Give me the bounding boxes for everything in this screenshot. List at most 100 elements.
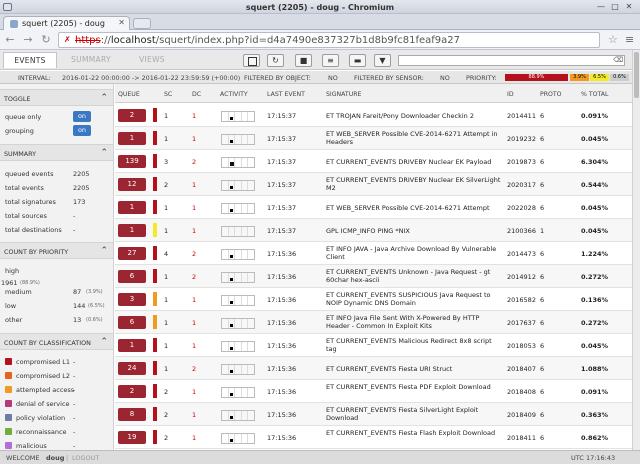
table-row[interactable]: 3 1 1 17:15:36 ET CURRENT_EVENTS SUSPICIOUS … bbox=[115, 288, 632, 311]
tab-events[interactable]: EVENTS bbox=[3, 52, 57, 68]
class-malicious[interactable]: malicious bbox=[5, 442, 47, 450]
priority-other-bar[interactable]: 0.6% bbox=[610, 74, 629, 81]
priority-row-label[interactable]: other bbox=[5, 316, 22, 324]
table-row[interactable]: 6 1 1 17:15:36 ET INFO Java File Sent With X… bbox=[115, 311, 632, 334]
signature-text[interactable]: ET CURRENT_EVENTS DRIVEBY Nuclear EK Sil… bbox=[326, 176, 504, 192]
queue-count-button[interactable]: 1 bbox=[118, 339, 146, 352]
minimize-icon[interactable]: — bbox=[596, 2, 606, 12]
table-row[interactable]: 1 1 1 17:15:37 ET WEB_SERVER Possible CVE-20… bbox=[115, 127, 632, 150]
queue-count-button[interactable]: 139 bbox=[118, 155, 146, 168]
queue-count-button[interactable]: 27 bbox=[118, 247, 146, 260]
col-activity[interactable]: ACTIVITY bbox=[220, 91, 248, 98]
table-row[interactable]: 2 2 1 17:15:36 ET CURRENT_EVENTS Fiesta PDF … bbox=[115, 380, 632, 403]
col-sc[interactable]: SC bbox=[164, 91, 172, 98]
tab-summary[interactable]: SUMMARY bbox=[62, 52, 120, 68]
reload-icon[interactable]: ↻ bbox=[39, 33, 53, 47]
browser-tab[interactable]: squert (2205) - doug ✕ bbox=[3, 16, 130, 30]
close-icon[interactable]: ✕ bbox=[624, 2, 634, 12]
signature-text[interactable]: ET TROJAN Fareit/Pony Downloader Checkin… bbox=[326, 112, 504, 120]
scrollbar-thumb[interactable] bbox=[634, 52, 639, 98]
signature-text[interactable]: ET INFO Java File Sent With X-Powered By… bbox=[326, 314, 504, 330]
collapse-caret-icon[interactable]: ⌃ bbox=[100, 337, 108, 347]
table-row[interactable]: 24 1 2 17:15:36 ET CURRENT_EVENTS Fiesta URI… bbox=[115, 357, 632, 380]
back-icon[interactable]: ← bbox=[3, 33, 17, 47]
col-proto[interactable]: PROTO bbox=[540, 91, 562, 98]
table-row[interactable]: 19 2 1 17:15:36 ET CURRENT_EVENTS Fiesta Fla… bbox=[115, 426, 632, 449]
signature-text[interactable]: ET CURRENT_EVENTS Fiesta SilverLight Exp… bbox=[326, 406, 504, 422]
collapse-caret-icon[interactable]: ⌃ bbox=[100, 93, 108, 103]
priority-high-label[interactable]: high bbox=[5, 267, 19, 275]
queue-count-button[interactable]: 1 bbox=[118, 132, 146, 145]
signature-text[interactable]: ET CURRENT_EVENTS Malicious Redirect 8x8… bbox=[326, 337, 504, 353]
logout-link[interactable]: LOGOUT bbox=[72, 454, 99, 462]
signature-text[interactable]: ET INFO JAVA - Java Archive Download By … bbox=[326, 245, 504, 261]
priority-high-bar[interactable]: 88.9% bbox=[505, 74, 568, 81]
priority-row-label[interactable]: medium bbox=[5, 288, 32, 296]
select-all-button[interactable] bbox=[243, 54, 260, 67]
priority-section-header[interactable]: COUNT BY PRIORITY ⌃ bbox=[0, 242, 113, 259]
collapse-caret-icon[interactable]: ⌃ bbox=[100, 148, 108, 158]
toggle-queue-only-button[interactable]: on bbox=[73, 111, 91, 122]
url-input[interactable]: ✗ https://localhost/squert/index.php?id=… bbox=[58, 32, 600, 48]
bookmark-star-icon[interactable]: ☆ bbox=[608, 33, 618, 46]
col-queue[interactable]: QUEUE bbox=[118, 91, 140, 98]
signature-text[interactable]: ET CURRENT_EVENTS SUSPICIOUS Java Reques… bbox=[326, 291, 504, 307]
queue-count-button[interactable]: 3 bbox=[118, 293, 146, 306]
queue-count-button[interactable]: 2 bbox=[118, 109, 146, 122]
col-id[interactable]: ID bbox=[507, 91, 514, 98]
refresh-button[interactable]: ↻ bbox=[267, 54, 284, 67]
priority-low-bar[interactable]: 6.5% bbox=[590, 74, 609, 81]
forward-icon[interactable]: → bbox=[21, 33, 35, 47]
class-denial-of-service[interactable]: denial of service bbox=[5, 400, 70, 408]
signature-text[interactable]: ET WEB_SERVER Possible CVE-2014-6271 Att… bbox=[326, 130, 504, 146]
signature-text[interactable]: ET WEB_SERVER Possible CVE-2014-6271 Att… bbox=[326, 204, 504, 212]
queue-count-button[interactable]: 2 bbox=[118, 385, 146, 398]
browser-menu-icon[interactable]: ≡ bbox=[625, 33, 634, 46]
tag-button[interactable]: ▬ bbox=[349, 54, 366, 67]
table-row[interactable]: 8 2 1 17:15:36 ET CURRENT_EVENTS Fiesta Silv… bbox=[115, 403, 632, 426]
list-button[interactable]: ≡ bbox=[322, 54, 339, 67]
tab-views[interactable]: VIEWS bbox=[126, 52, 178, 68]
table-row[interactable]: 12 2 1 17:15:37 ET CURRENT_EVENTS DRIVEBY Nu… bbox=[115, 173, 632, 196]
tab-close-icon[interactable]: ✕ bbox=[118, 18, 125, 27]
search-input[interactable]: ⌫ bbox=[398, 55, 625, 66]
queue-count-button[interactable]: 24 bbox=[118, 362, 146, 375]
class-policy-violation[interactable]: policy violation bbox=[5, 414, 65, 422]
col-last-event[interactable]: LAST EVENT bbox=[267, 91, 305, 98]
new-tab-button[interactable] bbox=[133, 18, 151, 29]
clear-search-icon[interactable]: ⌫ bbox=[613, 56, 623, 65]
signature-text[interactable]: ET CURRENT_EVENTS Fiesta URI Struct bbox=[326, 365, 504, 373]
comments-button[interactable]: ■ bbox=[295, 54, 312, 67]
signature-text[interactable]: ET CURRENT_EVENTS Fiesta PDF Exploit Dow… bbox=[326, 383, 504, 391]
maximize-icon[interactable]: □ bbox=[610, 2, 620, 12]
collapse-caret-icon[interactable]: ⌃ bbox=[100, 246, 108, 256]
table-row[interactable]: 1 1 1 17:15:37 ET WEB_SERVER Possible CVE-20… bbox=[115, 196, 632, 219]
table-row[interactable]: 6 1 2 17:15:36 ET CURRENT_EVENTS Unknown - J… bbox=[115, 265, 632, 288]
filter-button[interactable]: ▼ bbox=[374, 54, 391, 67]
queue-count-button[interactable]: 1 bbox=[118, 224, 146, 237]
signature-text[interactable]: GPL ICMP_INFO PING *NIX bbox=[326, 227, 504, 235]
table-row[interactable]: 139 3 2 17:15:37 ET CURRENT_EVENTS DRIVEBY N… bbox=[115, 150, 632, 173]
signature-text[interactable]: ET CURRENT_EVENTS Unknown - Java Request… bbox=[326, 268, 504, 284]
toggle-section-header[interactable]: TOGGLE ⌃ bbox=[0, 89, 113, 106]
table-row[interactable]: 2 1 1 17:15:37 ET TROJAN Fareit/Pony Downloa… bbox=[115, 104, 632, 127]
col-signature[interactable]: SIGNATURE bbox=[326, 91, 361, 98]
summary-section-header[interactable]: SUMMARY ⌃ bbox=[0, 144, 113, 161]
table-row[interactable]: 1 1 1 17:15:37 GPL ICMP_INFO PING *NIX 210036… bbox=[115, 219, 632, 242]
priority-medium-bar[interactable]: 3.9% bbox=[570, 74, 589, 81]
class-compromised-l2[interactable]: compromised L2 bbox=[5, 372, 70, 380]
col-pct-total[interactable]: % TOTAL bbox=[581, 91, 608, 98]
queue-count-button[interactable]: 12 bbox=[118, 178, 146, 191]
col-dc[interactable]: DC bbox=[192, 91, 201, 98]
class-compromised-l1[interactable]: compromised L1 bbox=[5, 358, 70, 366]
queue-count-button[interactable]: 19 bbox=[118, 431, 146, 444]
signature-text[interactable]: ET CURRENT_EVENTS Fiesta Flash Exploit D… bbox=[326, 429, 504, 437]
class-attempted-access[interactable]: attempted access bbox=[5, 386, 74, 394]
queue-count-button[interactable]: 8 bbox=[118, 408, 146, 421]
classification-section-header[interactable]: COUNT BY CLASSIFICATION ⌃ bbox=[0, 333, 113, 350]
table-row[interactable]: 1 1 1 17:15:36 ET CURRENT_EVENTS Malicious R… bbox=[115, 334, 632, 357]
queue-count-button[interactable]: 6 bbox=[118, 316, 146, 329]
queue-count-button[interactable]: 1 bbox=[118, 201, 146, 214]
class-reconnaissance[interactable]: reconnaissance bbox=[5, 428, 67, 436]
signature-text[interactable]: ET CURRENT_EVENTS DRIVEBY Nuclear EK Pay… bbox=[326, 158, 504, 166]
